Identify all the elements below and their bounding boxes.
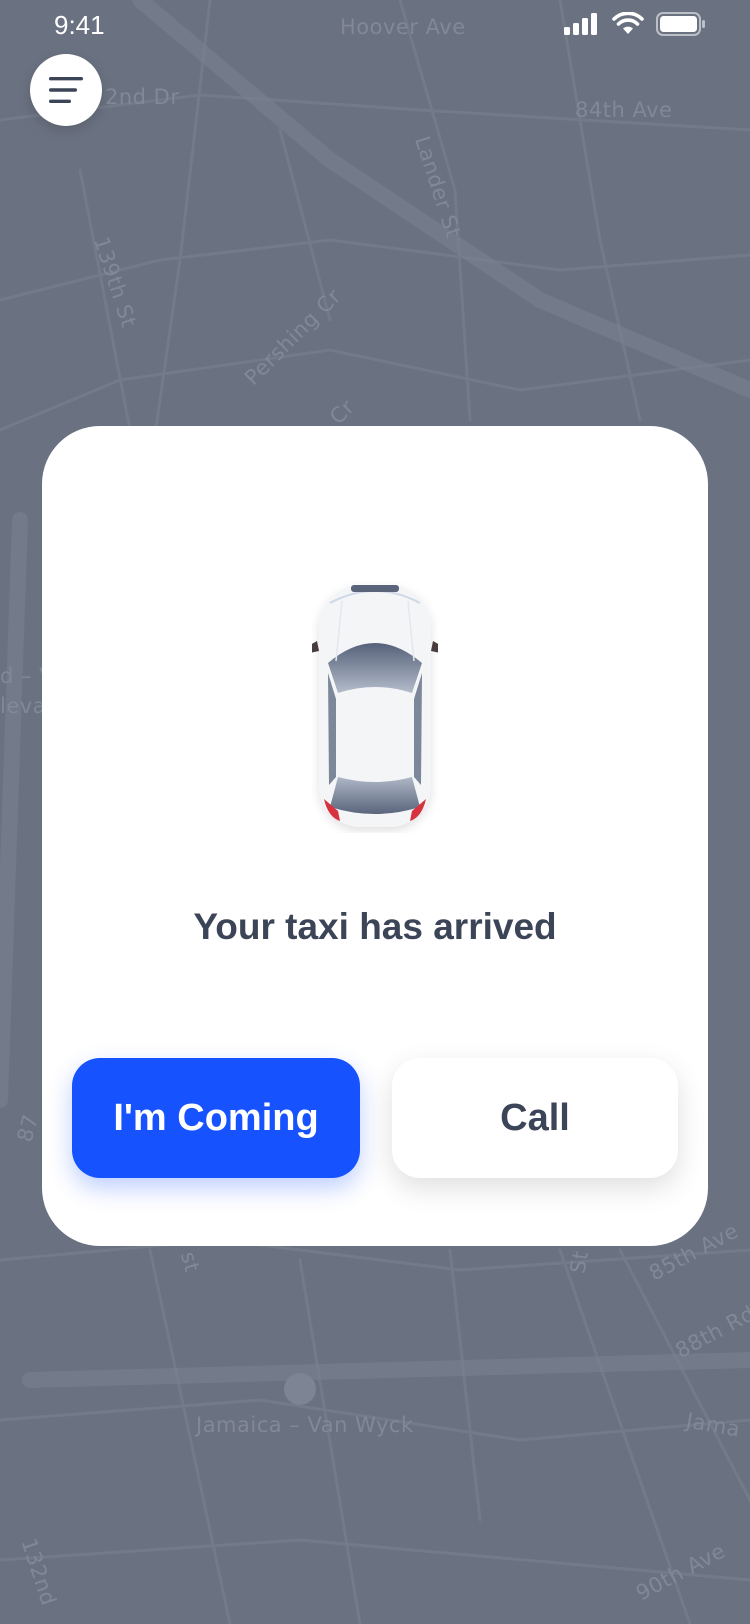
map-label: St (565, 1248, 594, 1276)
taxi-car-icon (312, 585, 438, 827)
taxi-arrived-card: Your taxi has arrived I'm Coming Call (42, 426, 708, 1246)
cellular-signal-icon (564, 13, 597, 35)
status-time: 9:41 (54, 10, 105, 40)
map-label: 2nd Dr (105, 85, 180, 109)
status-bar: 9:41 (0, 0, 750, 50)
status-icons (564, 12, 706, 36)
menu-button[interactable] (30, 54, 102, 126)
call-button[interactable]: Call (392, 1058, 678, 1178)
wifi-icon (612, 12, 644, 34)
battery-icon (656, 12, 705, 36)
im-coming-button[interactable]: I'm Coming (72, 1058, 360, 1178)
hamburger-menu-icon (49, 77, 83, 103)
map-label: Jamaica – Van Wyck (196, 1413, 414, 1437)
map-label: leva (0, 694, 47, 718)
map-label: 84th Ave (575, 98, 673, 122)
arrival-message: Your taxi has arrived (193, 906, 557, 947)
